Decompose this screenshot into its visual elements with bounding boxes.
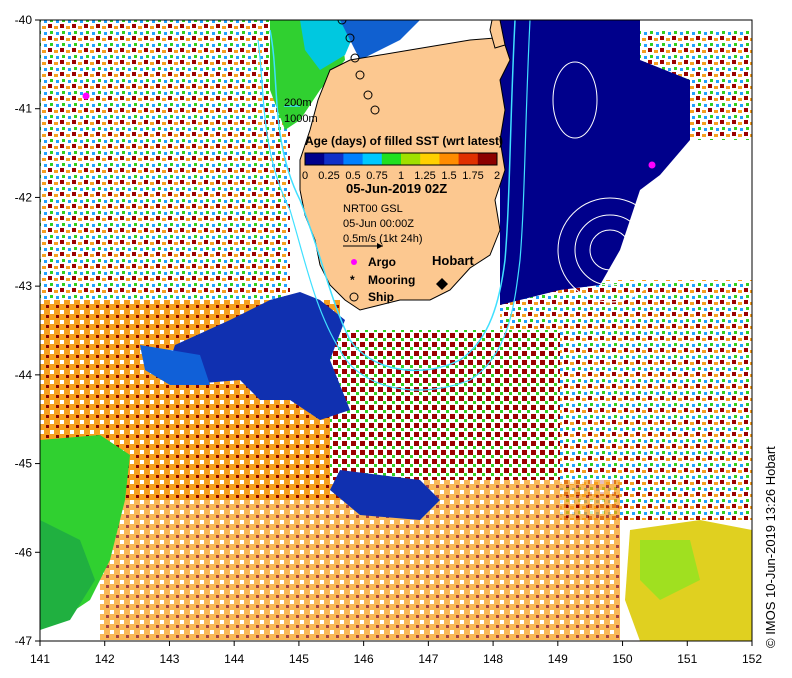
lon-tick-label: 144 — [224, 652, 244, 666]
latitude-axis: -40 -41 -42 -43 -44 -45 -46 -47 — [15, 13, 40, 648]
lon-tick-label: 146 — [354, 652, 374, 666]
product-name: NRT00 GSL — [343, 203, 403, 215]
lon-tick-label: 142 — [95, 652, 115, 666]
lon-tick-label: 151 — [677, 652, 697, 666]
lon-tick-label: 150 — [613, 652, 633, 666]
colorbar-segment — [439, 153, 460, 165]
lat-tick-label: -47 — [15, 634, 33, 648]
colorbar-tick-label: 0.25 — [318, 170, 339, 182]
lat-tick-label: -40 — [15, 13, 33, 27]
lat-tick-label: -46 — [15, 545, 33, 559]
lon-tick-label: 145 — [289, 652, 309, 666]
isobath-200-label: 200m — [284, 97, 312, 109]
colorbar-tick-label: 1.75 — [462, 170, 483, 182]
argo-float-marker[interactable] — [648, 161, 656, 169]
colorbar-segment — [458, 153, 479, 165]
argo-legend-label: Argo — [368, 255, 396, 269]
colorbar-segment — [324, 153, 344, 165]
isobath-1000-label: 1000m — [284, 113, 318, 125]
lat-tick-label: -42 — [15, 190, 33, 204]
lat-tick-label: -45 — [15, 457, 33, 471]
colorbar-segment — [401, 153, 421, 165]
lon-tick-label: 152 — [742, 652, 762, 666]
imos-credit: © IMOS 10-Jun-2019 13:26 Hobart — [763, 446, 778, 648]
mooring-legend-icon: * — [350, 273, 355, 287]
sst-map: Hobart 200m 1000m Age (days) of filled S… — [15, 13, 763, 666]
colorbar-segment — [305, 153, 325, 165]
argo-float-marker[interactable] — [82, 92, 90, 100]
longitude-axis: 141 142 143 144 145 146 147 148 149 150 151 152 — [30, 641, 762, 666]
lon-tick-label: 149 — [548, 652, 568, 666]
lat-tick-label: -44 — [15, 368, 33, 382]
colorbar-segment — [343, 153, 364, 165]
lat-tick-label: -43 — [15, 279, 33, 293]
mooring-legend-label: Mooring — [368, 273, 415, 287]
south-sst-patch — [330, 330, 560, 480]
lon-tick-label: 141 — [30, 652, 50, 666]
colorbar-title: Age (days) of filled SST (wrt latest) — [305, 134, 503, 148]
colorbar — [304, 152, 498, 166]
lat-tick-label: -41 — [15, 102, 33, 116]
colorbar-segment — [477, 153, 498, 165]
hobart-label: Hobart — [432, 253, 475, 268]
lon-tick-label: 143 — [159, 652, 179, 666]
colorbar-tick-label: 2 — [494, 170, 500, 182]
ship-legend-label: Ship — [368, 290, 394, 304]
colorbar-tick-label: 0 — [302, 170, 308, 182]
lon-tick-label: 148 — [483, 652, 503, 666]
vector-scale: 0.5m/s (1kt 24h) — [343, 233, 422, 245]
colorbar-segment — [362, 153, 383, 165]
argo-legend-icon — [351, 259, 357, 265]
map-field: Hobart 200m 1000m Age (days) of filled S… — [40, 20, 752, 641]
colorbar-segment — [420, 153, 440, 165]
colorbar-segment — [381, 153, 402, 165]
lon-tick-label: 147 — [418, 652, 438, 666]
current-time: 05-Jun 00:00Z — [343, 218, 414, 230]
map-date: 05-Jun-2019 02Z — [346, 181, 447, 196]
